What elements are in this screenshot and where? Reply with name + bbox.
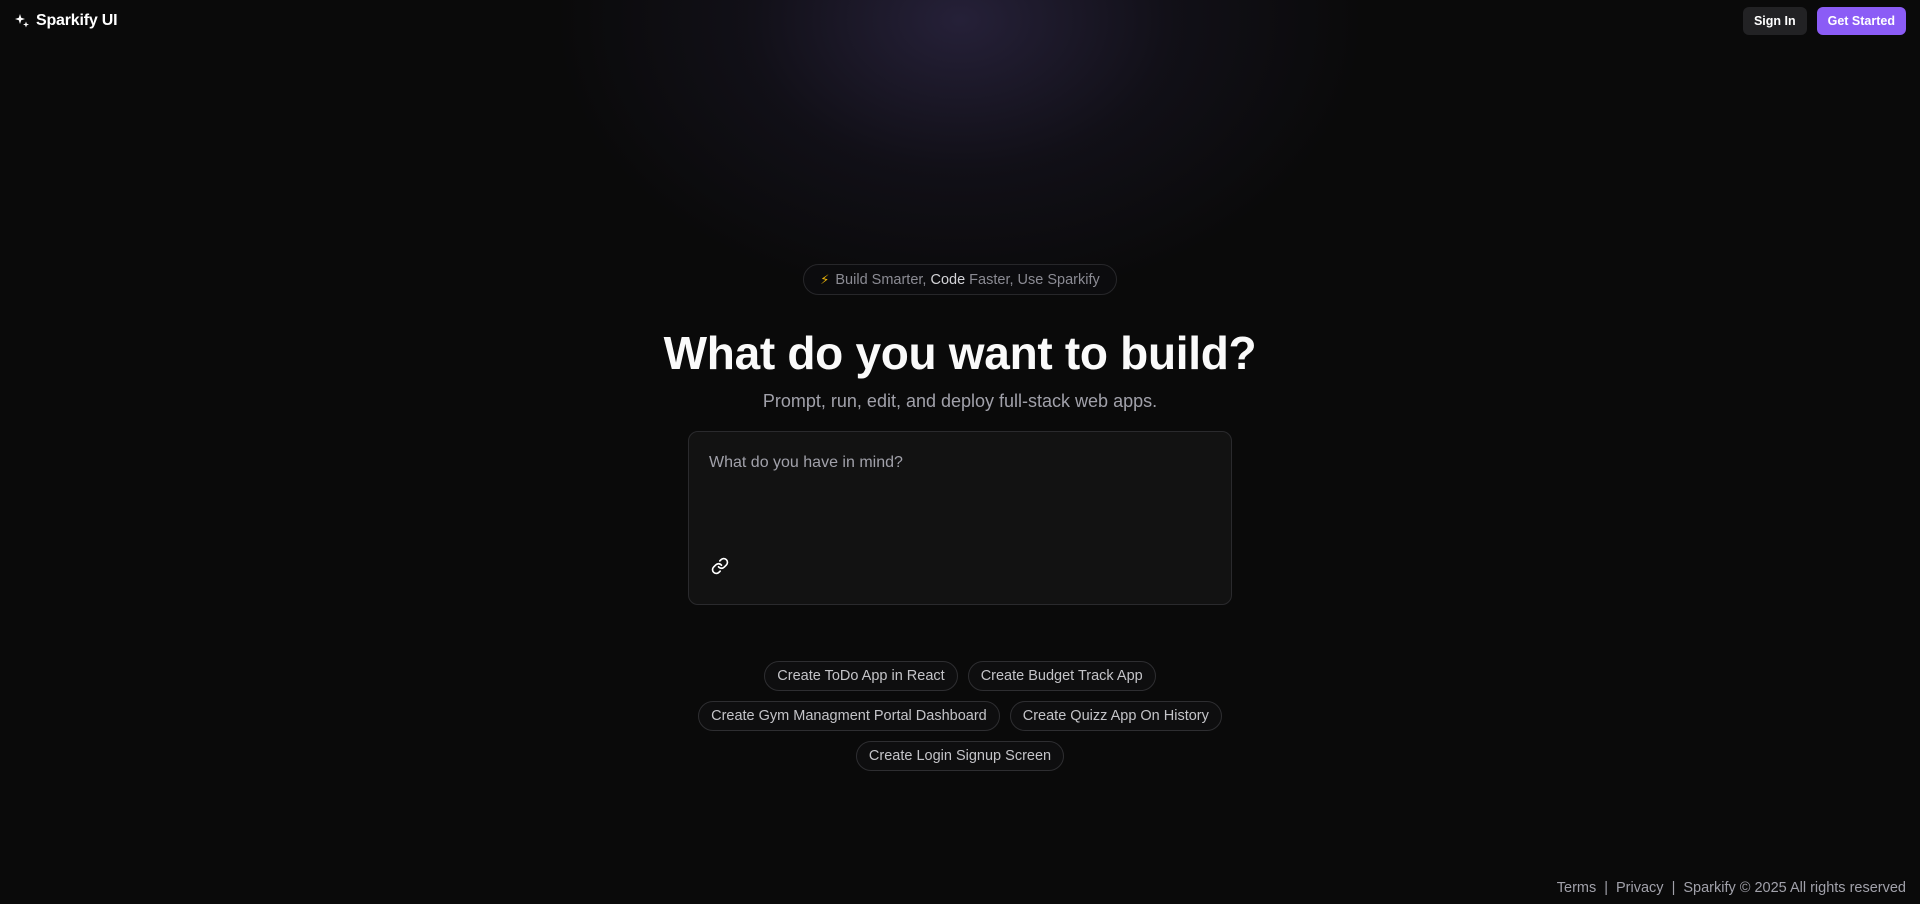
attach-link-button[interactable] [705, 553, 735, 583]
privacy-link[interactable]: Privacy [1616, 880, 1664, 896]
suggestion-row: Create Gym Managment Portal Dashboard Cr… [698, 700, 1222, 731]
suggestion-chip-quiz-app[interactable]: Create Quizz App On History [1009, 700, 1222, 731]
footer: Terms | Privacy | Sparkify © 2025 All ri… [1557, 880, 1906, 896]
tagline-badge: ⚡ Build Smarter, Code Faster, Use Sparki… [803, 264, 1117, 295]
page-title: What do you want to build? [663, 327, 1257, 379]
page: Sparkify UI Sign In Get Started ⚡ Build … [0, 0, 1920, 904]
prompt-box [688, 430, 1232, 605]
suggestion-list: Create ToDo App in React Create Budget T… [698, 660, 1222, 771]
footer-separator: | [1671, 880, 1676, 896]
suggestion-row: Create Login Signup Screen [855, 740, 1065, 771]
prompt-input[interactable] [709, 453, 1209, 514]
suggestion-chip-gym-portal[interactable]: Create Gym Managment Portal Dashboard [698, 700, 1000, 731]
footer-separator: | [1604, 880, 1609, 896]
badge-text-part1: Build Smarter, [835, 271, 931, 288]
suggestion-chip-todo-app[interactable]: Create ToDo App in React [764, 660, 958, 691]
badge-text-part3: Faster, Use Sparkify [965, 271, 1100, 288]
badge-text-highlight: Code [930, 271, 966, 288]
hero-section: ⚡ Build Smarter, Code Faster, Use Sparki… [0, 0, 1920, 771]
terms-link[interactable]: Terms [1557, 880, 1596, 896]
page-subtitle: Prompt, run, edit, and deploy full-stack… [762, 390, 1158, 411]
suggestion-row: Create ToDo App in React Create Budget T… [764, 660, 1156, 691]
badge-text: Build Smarter, Code Faster, Use Sparkify [835, 272, 1099, 288]
suggestion-chip-budget-app[interactable]: Create Budget Track App [967, 660, 1156, 691]
link-icon [711, 557, 729, 578]
lightning-icon: ⚡ [820, 271, 830, 287]
suggestion-chip-login-screen[interactable]: Create Login Signup Screen [855, 740, 1065, 771]
copyright-text: Sparkify © 2025 All rights reserved [1683, 880, 1906, 896]
